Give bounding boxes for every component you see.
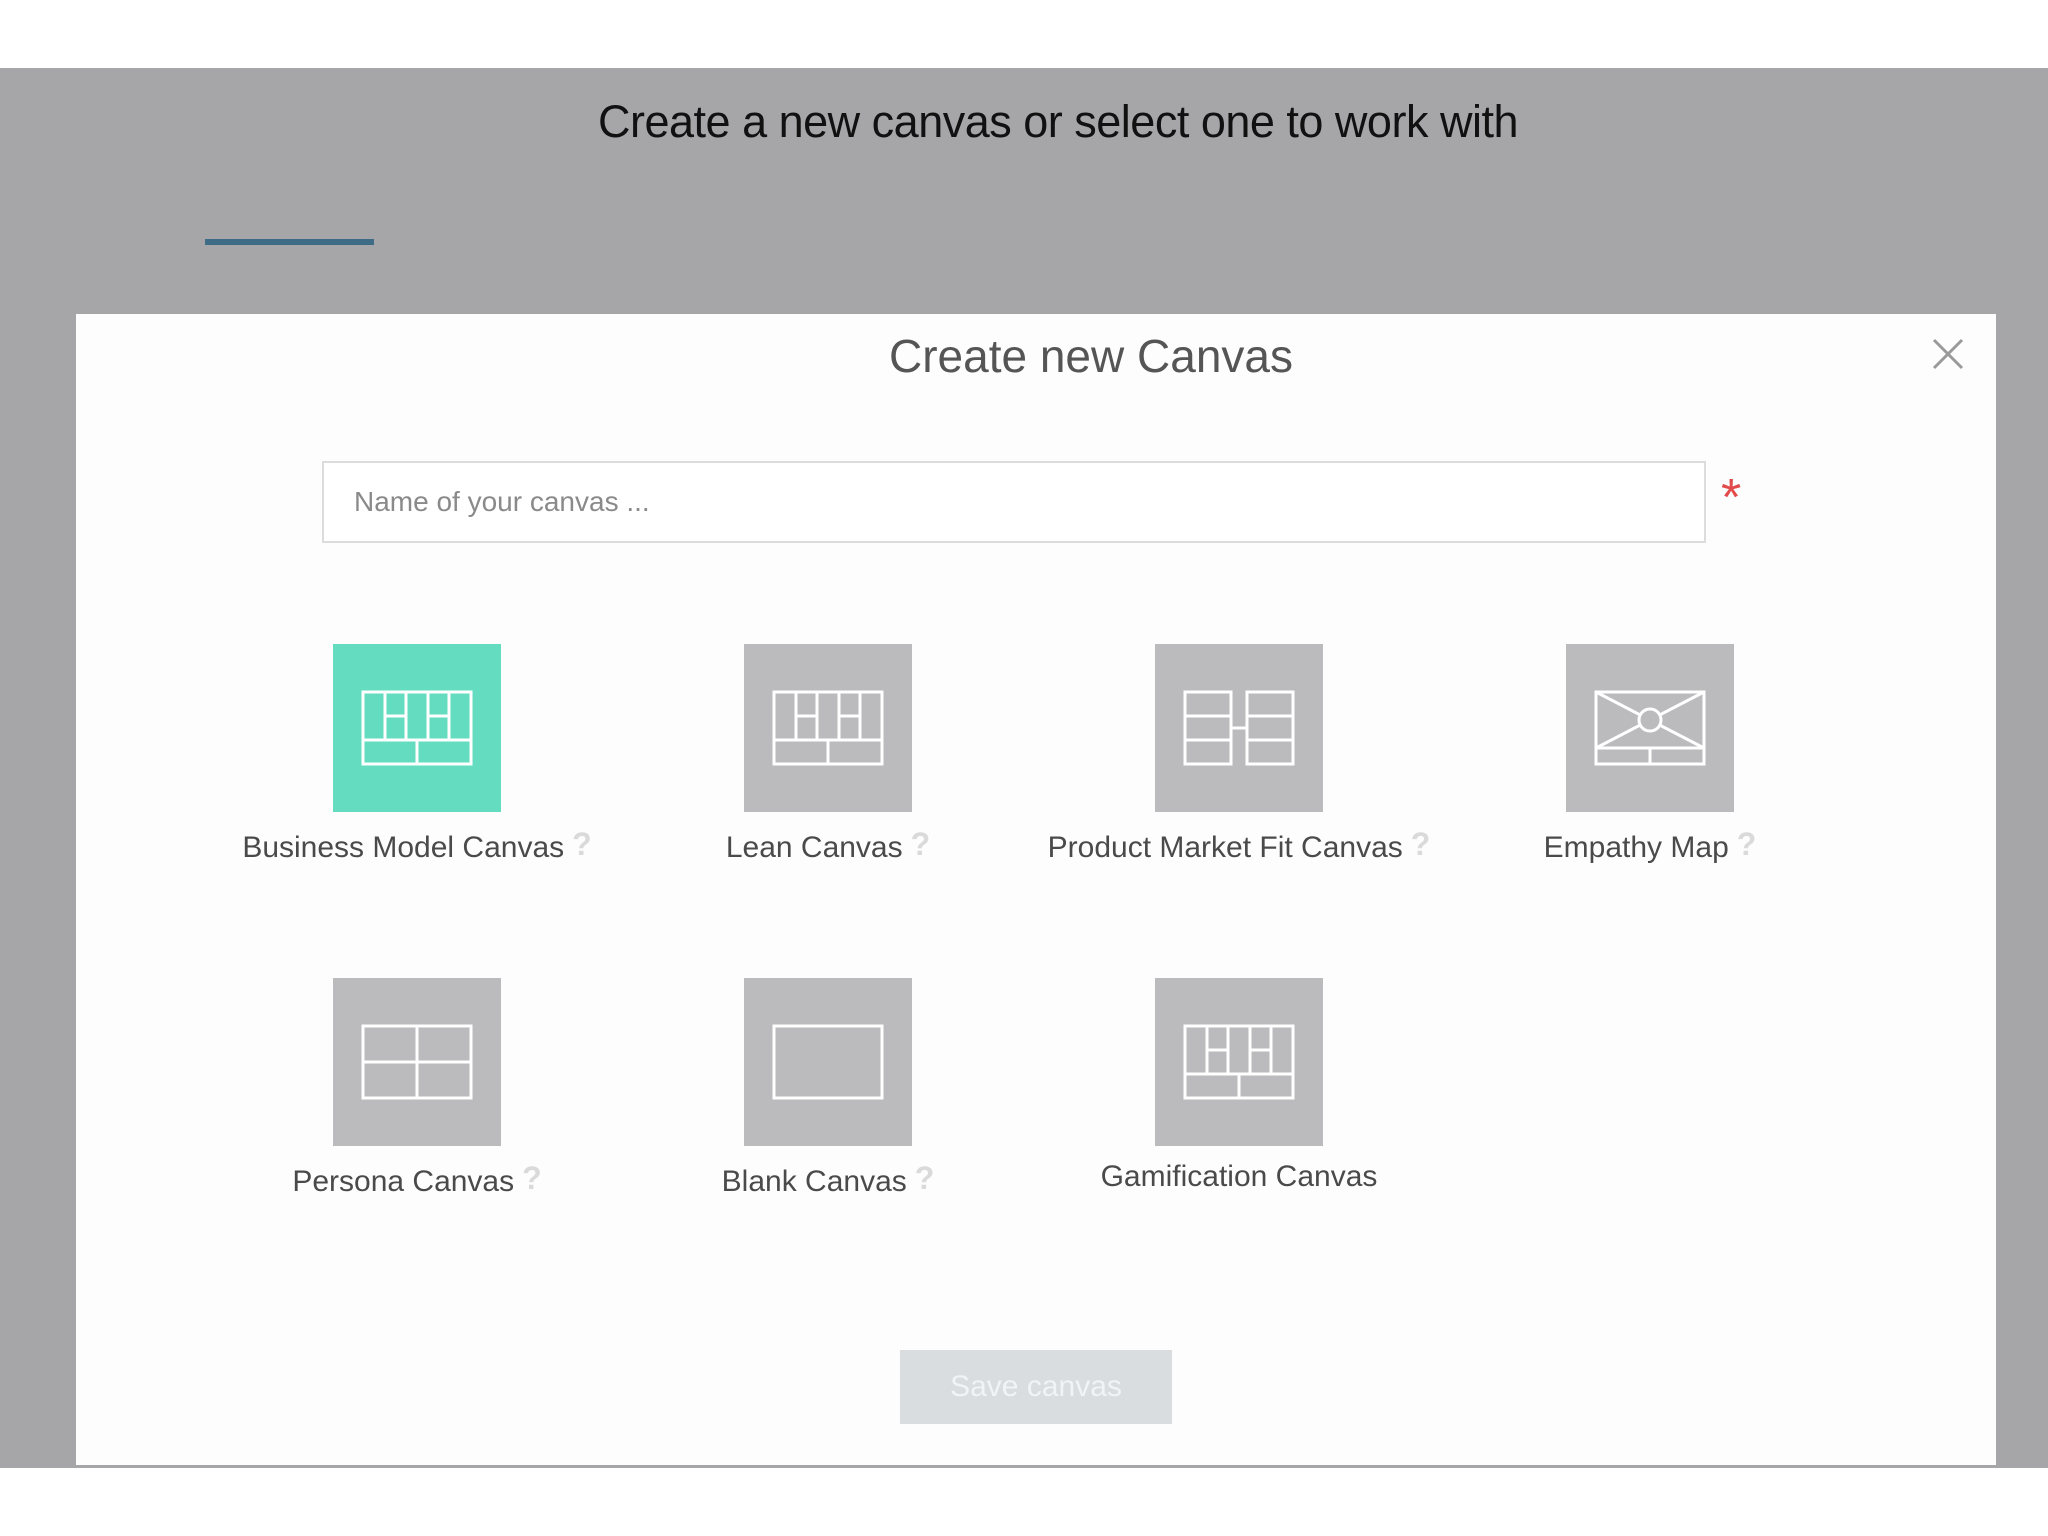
template-blank-canvas[interactable]: Blank Canvas? bbox=[608, 978, 1048, 1208]
template-label: Blank Canvas bbox=[721, 1165, 907, 1198]
lean-canvas-icon bbox=[744, 644, 912, 812]
active-tab-indicator bbox=[205, 239, 374, 245]
template-label: Lean Canvas bbox=[725, 831, 903, 864]
template-label: Persona Canvas bbox=[292, 1165, 515, 1198]
page-heading: Create a new canvas or select one to wor… bbox=[598, 96, 1518, 147]
template-gamification-canvas[interactable]: Gamification Canvas bbox=[1019, 978, 1459, 1208]
gamification-canvas-icon bbox=[1155, 978, 1323, 1146]
template-persona-canvas[interactable]: Persona Canvas? bbox=[197, 978, 637, 1208]
template-business-model-canvas[interactable]: Business Model Canvas? bbox=[197, 644, 637, 874]
help-icon[interactable]: ? bbox=[911, 826, 931, 863]
canvas-name-input[interactable] bbox=[322, 461, 1706, 543]
help-icon[interactable]: ? bbox=[522, 1160, 542, 1197]
help-icon[interactable]: ? bbox=[1411, 826, 1431, 863]
create-canvas-modal: Create new Canvas * bbox=[76, 314, 1996, 1465]
save-canvas-button[interactable]: Save canvas bbox=[900, 1350, 1172, 1424]
template-label: Product Market Fit Canvas bbox=[1047, 831, 1403, 864]
persona-canvas-icon bbox=[333, 978, 501, 1146]
modal-title: Create new Canvas bbox=[889, 330, 1293, 382]
template-label: Empathy Map bbox=[1543, 831, 1729, 864]
template-label: Gamification Canvas bbox=[1100, 1160, 1378, 1193]
close-icon[interactable] bbox=[1928, 334, 1968, 374]
blank-canvas-icon bbox=[744, 978, 912, 1146]
template-lean-canvas[interactable]: Lean Canvas? bbox=[608, 644, 1048, 874]
business-model-canvas-icon bbox=[333, 644, 501, 812]
template-label: Business Model Canvas bbox=[242, 831, 565, 864]
product-market-fit-canvas-icon bbox=[1155, 644, 1323, 812]
template-product-market-fit-canvas[interactable]: Product Market Fit Canvas? bbox=[1019, 644, 1459, 874]
template-empathy-map[interactable]: Empathy Map? bbox=[1430, 644, 1870, 874]
help-icon[interactable]: ? bbox=[915, 1160, 935, 1197]
page-backdrop: Create a new canvas or select one to wor… bbox=[0, 68, 2048, 1468]
required-marker: * bbox=[1721, 469, 1742, 527]
help-icon[interactable]: ? bbox=[572, 826, 592, 863]
help-icon[interactable]: ? bbox=[1737, 826, 1757, 863]
empathy-map-icon bbox=[1566, 644, 1734, 812]
